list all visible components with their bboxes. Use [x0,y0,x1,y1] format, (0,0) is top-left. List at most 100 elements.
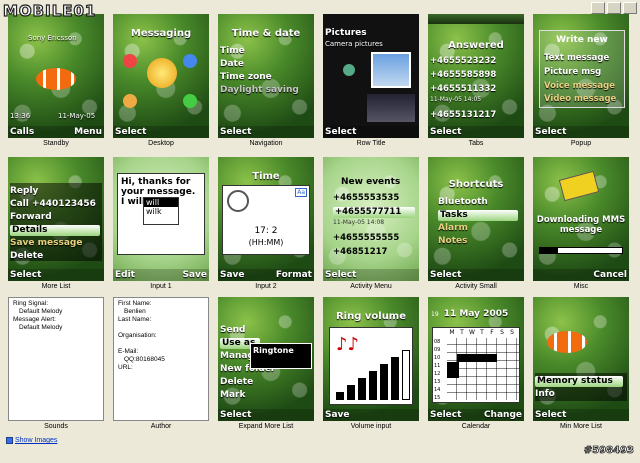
volume-panel[interactable]: ♪♪ [329,327,413,405]
softkey-left[interactable]: Select [430,270,461,280]
list-item[interactable]: Info [535,389,555,400]
softkey-left[interactable]: Select [325,127,356,137]
event-number[interactable]: +4655553535 [333,193,399,204]
picture-thumbnail[interactable] [367,94,415,122]
clock-date: 11-May-05 [58,112,96,120]
nav-item[interactable]: Daylight saving [220,85,299,96]
call-number[interactable]: +4655523232 [430,56,496,67]
suggestion-selected[interactable]: will [144,198,178,207]
volume-bar [358,378,366,400]
cell-rowtitle[interactable]: Pictures Camera pictures Select Row Titl… [319,14,423,154]
cell-standby[interactable]: Sony Ericsson 13:36 11-May-05 Calls Menu … [4,14,108,154]
progress-bar [539,247,623,254]
list-item[interactable]: Delete [10,251,43,262]
shortcut-item-selected[interactable]: Tasks [438,210,518,221]
event-number-selected[interactable]: +4655577711 [333,207,415,218]
list-item-selected[interactable]: Memory status [535,376,623,387]
cell-tabs[interactable]: Answered +4655523232 +4655585898 +465551… [424,14,528,154]
softkey-left[interactable]: Save [220,270,245,280]
music-note-icon: ♪♪ [336,334,359,355]
softkey-left[interactable]: Select [535,127,566,137]
maximize-button[interactable] [607,2,621,14]
softkey-left[interactable]: Calls [10,127,34,137]
cell-volume[interactable]: Ring volume ♪♪ Save Volume input [319,297,423,437]
volume-title: Ring volume [335,311,407,322]
cell-input1[interactable]: Hi, thanks for your message. I will will… [109,157,213,297]
word-suggestions[interactable]: will wilk [143,197,179,225]
event-number[interactable]: +46851217 [333,247,387,258]
minimize-button[interactable] [591,2,605,14]
shortcut-item[interactable]: Alarm [438,223,468,234]
list-item[interactable]: Call +440123456 [10,199,96,210]
softkey-left[interactable]: Edit [115,270,135,280]
time-input-panel[interactable]: Aa 17: 2 (HH:MM) [222,185,310,255]
show-images-link[interactable]: Show Images [15,437,57,444]
call-number[interactable]: +4655511332 [430,84,496,95]
shortcut-item[interactable]: Bluetooth [438,197,488,208]
operator-name: Sony Ericsson [28,34,77,42]
expandmore-screen: Send Use as Manage New folder Delete Mar… [218,297,314,421]
nav-item[interactable]: Date [220,59,244,70]
list-item-selected[interactable]: Details [10,225,100,236]
cell-morelist[interactable]: Reply Call +440123456 Forward Details Sa… [4,157,108,297]
cell-input2[interactable]: Time Aa 17: 2 (HH:MM) Save Format Input 2 [214,157,318,297]
cell-misc[interactable]: Downloading MMS message Cancel Misc [529,157,633,297]
softkey-right[interactable]: Format [276,270,312,280]
softkey-right[interactable]: Cancel [593,270,627,280]
popup-item[interactable]: Video message [544,94,616,105]
shortcut-item[interactable]: Notes [438,236,467,247]
close-button[interactable] [623,2,637,14]
calendar-event[interactable] [447,362,459,378]
softkey-left[interactable]: Select [430,127,461,137]
caption-input2: Input 2 [255,283,277,290]
cell-expandmore[interactable]: Send Use as Manage New folder Delete Mar… [214,297,318,437]
weekday-label: F [490,329,494,336]
call-number[interactable]: +4655131217 [430,110,496,121]
time-value[interactable]: 17: 2 [223,226,309,236]
picture-thumbnail[interactable] [371,52,411,88]
list-item[interactable]: Delete [220,377,253,388]
softkey-right[interactable]: Save [182,270,207,280]
submenu-item[interactable]: Ringtone [251,344,311,357]
info-line: Last Name: [118,316,152,323]
navigation-title: Time & date [231,28,301,39]
list-item[interactable]: Reply [10,186,38,197]
call-number[interactable]: +4655585898 [430,70,496,81]
cell-popup[interactable]: Write new Text message Picture msg Voice… [529,14,633,154]
checkbox-icon[interactable] [6,437,13,444]
cell-activitysmall[interactable]: Shortcuts Bluetooth Tasks Alarm Notes Se… [424,157,528,297]
popup-item[interactable]: Text message [544,53,609,64]
info-line: Benlien [124,308,146,315]
softkey-left[interactable]: Select [10,270,41,280]
week-grid[interactable]: MTWTFSS 08 09 10 11 12 13 14 15 [432,327,520,403]
softkey-left[interactable]: Select [115,127,146,137]
cell-minmore[interactable]: Memory status Info Select Min More List [529,297,633,437]
cell-desktop[interactable]: Messaging Select Desktop [109,14,213,154]
softkey-left[interactable]: Select [220,127,251,137]
event-number[interactable]: +4655555555 [333,233,399,244]
show-images-toggle[interactable]: Show Images [6,437,57,444]
softkey-left[interactable]: Select [220,410,251,420]
popup-item[interactable]: Picture msg [544,67,601,78]
author-info: First Name: Benlien Last Name: Organisat… [113,297,209,421]
calendar-event[interactable] [457,354,497,362]
cell-navigation[interactable]: Time & date Time Date Time zone Daylight… [214,14,318,154]
softkey-left[interactable]: Select [325,270,356,280]
softkey-left[interactable]: Save [325,410,350,420]
misc-screen: Downloading MMS message Cancel [533,157,629,281]
suggestion[interactable]: wilk [144,207,178,216]
softkey-right[interactable]: Menu [74,127,102,137]
list-item[interactable]: Send [220,325,245,336]
cell-activitymenu[interactable]: New events +4655553535 +4655577711 11-Ma… [319,157,423,297]
list-item[interactable]: Save message [10,238,82,249]
softkey-left[interactable]: Select [430,410,461,420]
softkey-left[interactable]: Select [535,410,566,420]
list-item[interactable]: Forward [10,212,52,223]
softkey-right[interactable]: Change [484,410,522,420]
input-mode-badge: Aa [295,188,307,197]
list-item[interactable]: Mark [220,390,245,401]
cell-calendar[interactable]: 19 11 May 2005 MTWTFSS 08 09 10 11 12 13 14 15 … [424,297,528,437]
popup-item[interactable]: Voice message [544,81,615,92]
nav-item[interactable]: Time zone [220,72,272,83]
nav-item[interactable]: Time [220,46,245,57]
